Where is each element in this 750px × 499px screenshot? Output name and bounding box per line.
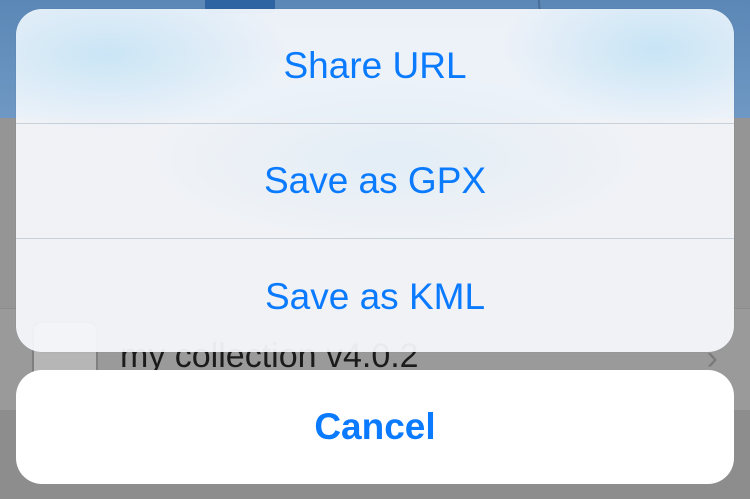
save-as-kml-button[interactable]: Save as KML <box>16 239 734 352</box>
save-as-gpx-button[interactable]: Save as GPX <box>16 124 734 238</box>
cancel-button[interactable]: Cancel <box>16 370 734 484</box>
action-sheet: Share URL Save as GPX Save as KML <box>16 9 734 352</box>
share-url-button[interactable]: Share URL <box>16 9 734 123</box>
